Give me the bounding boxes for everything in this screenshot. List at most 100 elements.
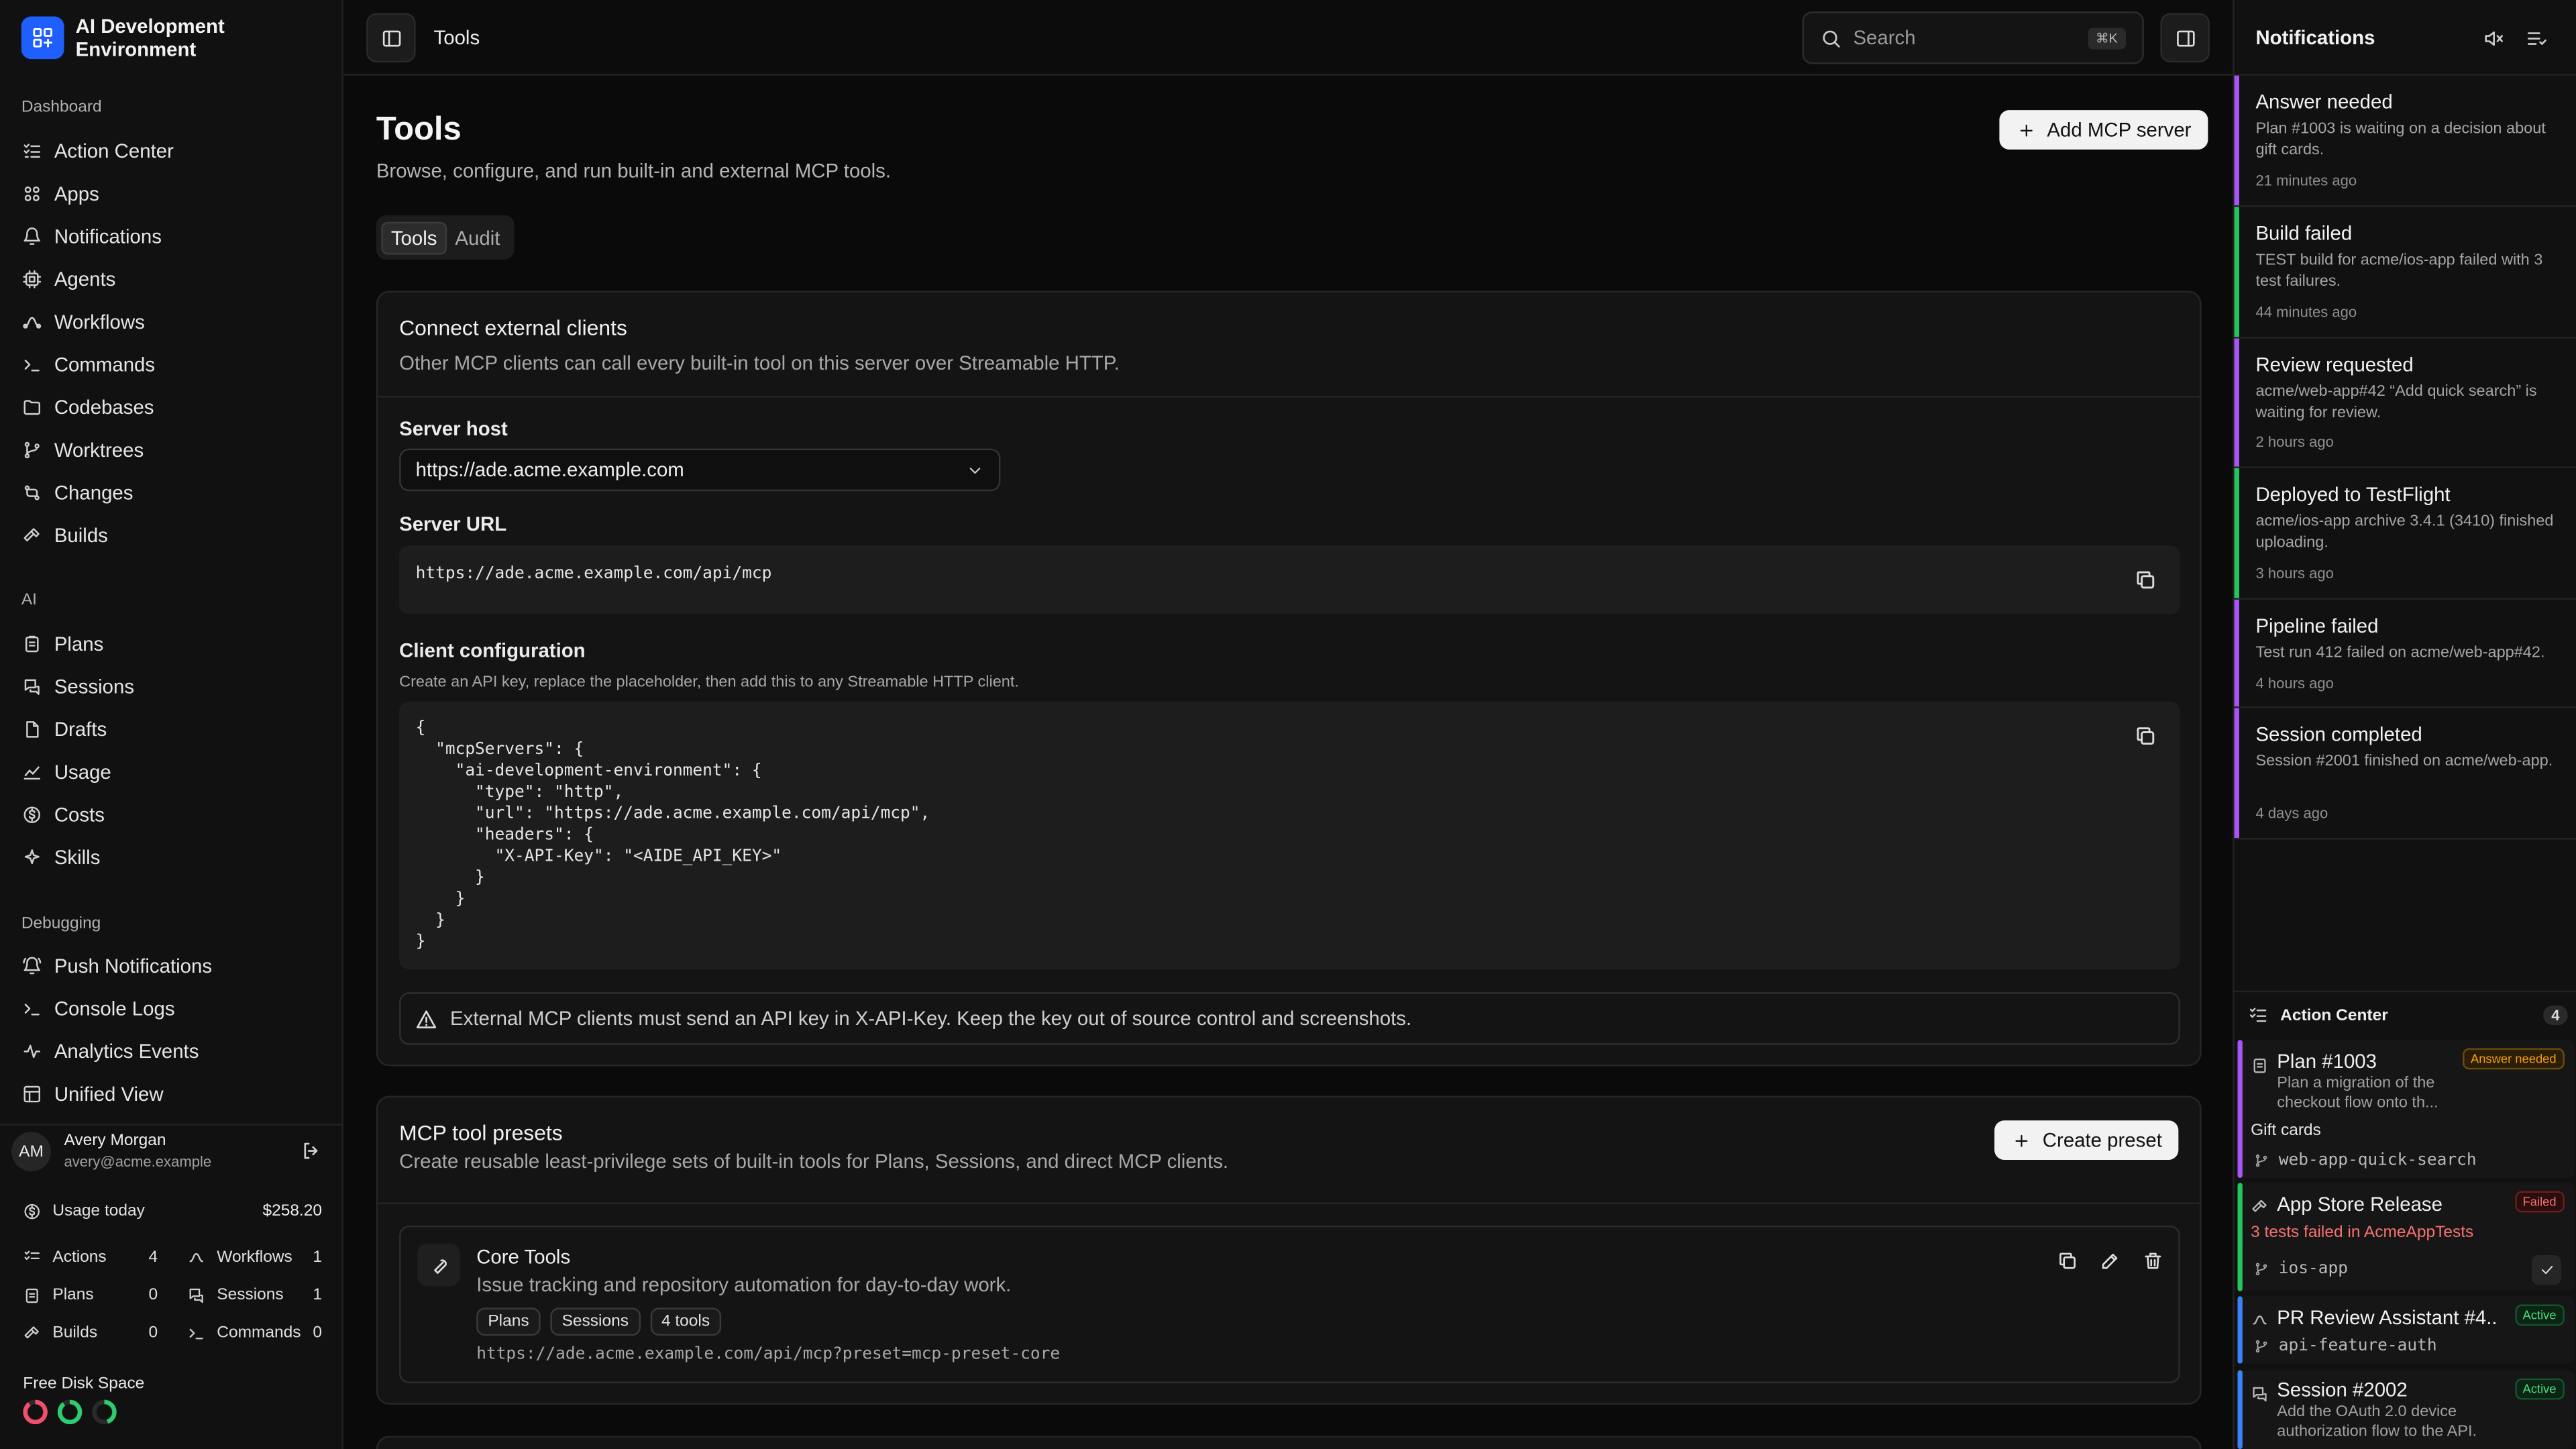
- action-item[interactable]: App Store Release Failed 3 tests failed …: [2237, 1183, 2575, 1291]
- stat-workflows[interactable]: Workflows 1: [186, 1248, 322, 1267]
- sidebar-item-drafts[interactable]: Drafts: [21, 716, 107, 743]
- sidebar-item-label: Workflows: [54, 310, 145, 334]
- sidebar-item-skills[interactable]: Skills: [21, 845, 101, 871]
- app-name: AI Development Environment: [75, 15, 225, 61]
- preset-item[interactable]: Core Tools Issue tracking and repository…: [399, 1225, 2180, 1384]
- stat-plans[interactable]: Plans 0: [21, 1287, 158, 1304]
- stat-actions[interactable]: Actions 4: [21, 1248, 158, 1267]
- copy-icon[interactable]: [2134, 724, 2157, 747]
- sidebar-item-push-notifications[interactable]: Push Notifications: [21, 953, 212, 979]
- layout-icon: [21, 1084, 43, 1104]
- check-icon: [2536, 1262, 2557, 1278]
- sidebar-item-workflows[interactable]: Workflows: [21, 309, 145, 335]
- action-center-header[interactable]: Action Center 4: [2247, 1005, 2568, 1026]
- search-input[interactable]: Search ⌘K: [1802, 11, 2144, 64]
- action-title: App Store Release: [2277, 1192, 2443, 1216]
- sidebar-item-builds[interactable]: Builds: [21, 523, 108, 549]
- server-host-value: https://ade.acme.example.com: [415, 458, 684, 482]
- logout-icon[interactable]: [301, 1140, 322, 1162]
- sidebar-item-label: Push Notifications: [54, 954, 213, 978]
- sidebar-item-costs[interactable]: Costs: [21, 802, 105, 828]
- toggle-panel-button[interactable]: [2160, 13, 2210, 63]
- next-card: [376, 1436, 2202, 1449]
- notification-item[interactable]: Pipeline failed Test run 412 failed on ac…: [2234, 599, 2576, 708]
- action-item[interactable]: Session #2002 Active Add the OAuth 2.0 d…: [2237, 1370, 2575, 1449]
- copy-icon[interactable]: [2134, 568, 2157, 591]
- disk-ring: [92, 1399, 117, 1425]
- brand[interactable]: AI Development Environment: [21, 15, 240, 61]
- create-preset-button[interactable]: Create preset: [1994, 1120, 2179, 1160]
- sidebar-item-sessions[interactable]: Sessions: [21, 674, 134, 700]
- sidebar-item-console-logs[interactable]: Console Logs: [21, 996, 175, 1022]
- notification-item[interactable]: Answer needed Plan #1003 is waiting on a …: [2234, 75, 2576, 207]
- notification-accent: [2234, 75, 2239, 206]
- card-description: Create reusable least-privilege sets of …: [399, 1150, 1229, 1173]
- stat-label: Commands: [217, 1324, 301, 1342]
- stat-value: 1: [313, 1286, 323, 1305]
- action-item[interactable]: Plan #1003 Answer needed Plan a migratio…: [2237, 1040, 2575, 1178]
- branch-name: web-app-quick-search: [2278, 1151, 2477, 1170]
- edit-icon[interactable]: [2100, 1250, 2121, 1272]
- sidebar-item-label: Commands: [54, 353, 156, 376]
- stat-label: Actions: [52, 1248, 107, 1267]
- notification-item[interactable]: Build failed TEST build for acme/ios-app …: [2234, 207, 2576, 339]
- sidebar-item-commands[interactable]: Commands: [21, 352, 155, 378]
- disk-ring: [57, 1399, 83, 1425]
- notifications-panel: Notifications Answer needed Plan #1003 is…: [2233, 0, 2576, 1449]
- sidebar-item-notifications[interactable]: Notifications: [21, 223, 162, 250]
- notification-time: 4 days ago: [2255, 805, 2328, 822]
- copy-icon[interactable]: [2057, 1250, 2078, 1272]
- app-window: AI Development Environment Dashboard Act…: [0, 0, 2576, 1449]
- stat-sessions[interactable]: Sessions 1: [186, 1286, 323, 1305]
- action-title: Plan #1003: [2277, 1049, 2377, 1073]
- sidebar-item-analytics-events[interactable]: Analytics Events: [21, 1038, 199, 1065]
- notification-accent: [2234, 468, 2239, 598]
- sidebar-item-worktrees[interactable]: Worktrees: [21, 437, 144, 463]
- action-item[interactable]: PR Review Assistant #4... Active api-fea…: [2237, 1296, 2575, 1364]
- notification-item[interactable]: Session completed Session #2001 finished …: [2234, 708, 2576, 840]
- bell-icon: [21, 227, 43, 246]
- sidebar-item-label: Builds: [54, 524, 108, 547]
- notification-item[interactable]: Review requested acme/web-app#42 “Add qui…: [2234, 338, 2576, 468]
- status-badge: Failed: [2514, 1191, 2565, 1213]
- status-badge: Answer needed: [2462, 1048, 2565, 1070]
- notification-item[interactable]: Deployed to TestFlight acme/ios-app archi…: [2234, 468, 2576, 600]
- sidebar-item-changes[interactable]: Changes: [21, 480, 133, 506]
- sidebar-item-unified-view[interactable]: Unified View: [21, 1081, 164, 1107]
- mute-icon[interactable]: [2482, 28, 2504, 50]
- stat-commands[interactable]: Commands 0: [186, 1324, 322, 1342]
- preset-tag: Plans: [476, 1307, 541, 1336]
- sidebar-item-label: Agents: [54, 268, 116, 291]
- tab-tools[interactable]: Tools: [381, 221, 447, 254]
- stat-builds[interactable]: Builds 0: [21, 1324, 158, 1342]
- sidebar-item-action-center[interactable]: Action Center: [21, 138, 174, 164]
- divider: [378, 396, 2200, 398]
- preset-tag: 4 tools: [649, 1307, 722, 1336]
- terminal-icon: [21, 999, 43, 1018]
- toggle-sidebar-button[interactable]: [366, 13, 416, 63]
- mark-all-read-icon[interactable]: [2525, 28, 2546, 50]
- sidebar-item-apps[interactable]: Apps: [21, 180, 99, 207]
- sidebar-item-plans[interactable]: Plans: [21, 631, 104, 657]
- sidebar-item-codebases[interactable]: Codebases: [21, 394, 154, 421]
- trash-icon[interactable]: [2142, 1250, 2163, 1272]
- server-host-select[interactable]: https://ade.acme.example.com: [399, 448, 1001, 492]
- action-branch: web-app-quick-search: [2251, 1152, 2477, 1170]
- notification-body: Plan #1003 is waiting on a decision abou…: [2255, 119, 2546, 160]
- sidebar-item-label: Console Logs: [54, 997, 175, 1020]
- action-accent: [2237, 1296, 2243, 1364]
- usage-today: Usage today $258.20: [21, 1203, 322, 1221]
- sidebar-item-agents[interactable]: Agents: [21, 266, 115, 292]
- notifications-title: Notifications: [2255, 26, 2375, 50]
- user-profile[interactable]: AM Avery Morgan avery@acme.example: [0, 1124, 343, 1176]
- user-email: avery@acme.example: [64, 1153, 212, 1170]
- warning-text: External MCP clients must send an API ke…: [450, 1007, 1412, 1030]
- chevron-down-icon: [965, 461, 986, 479]
- branch-name: api-feature-auth: [2278, 1337, 2437, 1356]
- sidebar-item-label: Codebases: [54, 396, 154, 419]
- tab-audit[interactable]: Audit: [447, 221, 508, 254]
- sidebar-item-usage[interactable]: Usage: [21, 759, 111, 785]
- approve-button[interactable]: [2531, 1255, 2561, 1285]
- app-logo-icon: [21, 16, 64, 60]
- add-mcp-server-button[interactable]: Add MCP server: [1999, 110, 2208, 150]
